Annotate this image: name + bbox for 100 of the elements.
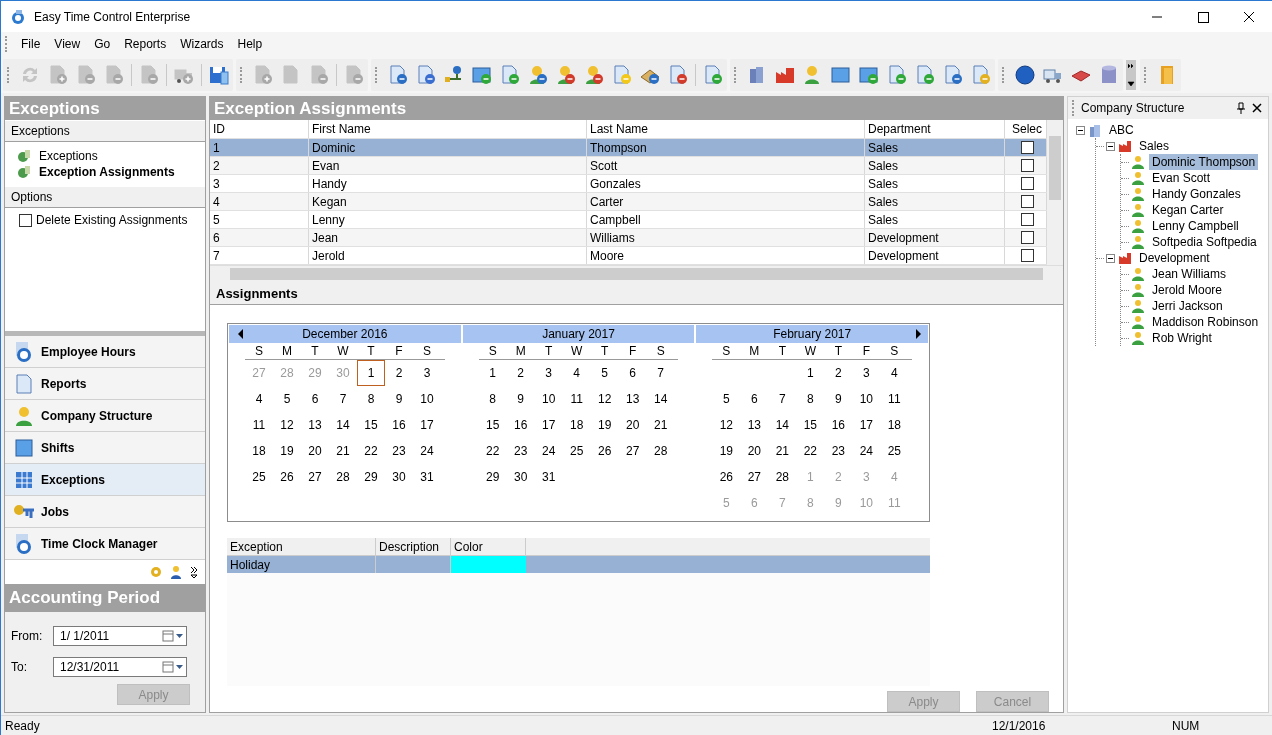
- calendar-day[interactable]: 24: [534, 438, 563, 464]
- calendar-day[interactable]: 12: [590, 386, 619, 412]
- calendar-day[interactable]: 20: [301, 438, 329, 464]
- calendar-day[interactable]: 9: [824, 386, 853, 412]
- calendar-day[interactable]: 26: [712, 464, 741, 490]
- toolbar-overflow-icon[interactable]: [1126, 59, 1136, 90]
- column-header[interactable]: First Name: [309, 120, 587, 138]
- calendar-day[interactable]: 16: [506, 412, 535, 438]
- globe-icon[interactable]: [1014, 63, 1036, 86]
- calendar-day[interactable]: 17: [852, 412, 881, 438]
- calendar-day[interactable]: 7: [329, 386, 357, 412]
- calendar-day[interactable]: 7: [768, 386, 797, 412]
- checkbox[interactable]: [1020, 213, 1034, 226]
- calendar-day[interactable]: 29: [478, 464, 507, 490]
- checkbox[interactable]: [1020, 159, 1034, 172]
- calendar-day[interactable]: 25: [880, 438, 909, 464]
- calendar-day[interactable]: 6: [740, 386, 769, 412]
- calendar-day[interactable]: 6: [618, 360, 647, 386]
- chevrons-icon[interactable]: [189, 565, 199, 579]
- calendar-day[interactable]: 22: [357, 438, 385, 464]
- calendar-day[interactable]: 2: [385, 360, 413, 386]
- task-link[interactable]: Exception Assignments: [39, 165, 175, 179]
- nav-button[interactable]: Jobs: [5, 496, 205, 528]
- pin-icon[interactable]: [1236, 102, 1246, 114]
- calendar-day[interactable]: 23: [385, 438, 413, 464]
- calendar-day[interactable]: 28: [329, 464, 357, 490]
- calendar-day[interactable]: 11: [245, 412, 273, 438]
- calendar-day[interactable]: 8: [796, 386, 825, 412]
- menu-item[interactable]: Go: [87, 37, 118, 51]
- table-row[interactable]: 4 Kegan Carter Sales: [210, 193, 1047, 211]
- calendar-day[interactable]: 27: [618, 438, 647, 464]
- table-row[interactable]: 2 Evan Scott Sales: [210, 157, 1047, 175]
- nav-button[interactable]: Employee Hours: [5, 336, 205, 368]
- calendar-day[interactable]: 31: [413, 464, 441, 490]
- previous-month-icon[interactable]: [237, 329, 245, 339]
- column-header[interactable]: Exception: [227, 538, 376, 555]
- tree-item[interactable]: Jerold Moore: [1149, 282, 1226, 298]
- calendar-dropdown-icon[interactable]: [162, 629, 184, 642]
- tree-item[interactable]: Handy Gonzales: [1149, 186, 1244, 202]
- calendar-day[interactable]: 22: [478, 438, 507, 464]
- collapse-toggle[interactable]: [1106, 253, 1115, 263]
- calendar-day[interactable]: 18: [245, 438, 273, 464]
- tree-item[interactable]: Sales: [1136, 138, 1173, 154]
- calendar-day[interactable]: 21: [329, 438, 357, 464]
- menu-item[interactable]: Help: [230, 37, 270, 51]
- table-row[interactable]: 6 Jean Williams Development: [210, 229, 1047, 247]
- calendar-dropdown-icon[interactable]: [162, 660, 184, 673]
- calendar-day[interactable]: 13: [740, 412, 769, 438]
- tree-item[interactable]: Lenny Campbell: [1149, 218, 1242, 234]
- checkbox[interactable]: [1020, 177, 1034, 190]
- calendar-day[interactable]: 9: [385, 386, 413, 412]
- calendar-day[interactable]: 2: [824, 360, 853, 386]
- tree-item[interactable]: Softpedia Softpedia: [1149, 234, 1260, 250]
- calendar-day[interactable]: 25: [562, 438, 591, 464]
- column-header[interactable]: Department: [865, 120, 1005, 138]
- checkbox[interactable]: [1020, 195, 1034, 208]
- menu-item[interactable]: View: [47, 37, 88, 51]
- calendar-day[interactable]: 16: [385, 412, 413, 438]
- tree-item[interactable]: Jean Williams: [1149, 266, 1229, 282]
- checkbox[interactable]: [1020, 231, 1034, 244]
- menu-item[interactable]: File: [14, 37, 48, 51]
- nav-button[interactable]: Shifts: [5, 432, 205, 464]
- checkbox[interactable]: [19, 213, 32, 227]
- calendar-day[interactable]: 3: [534, 360, 563, 386]
- horizontal-scrollbar[interactable]: [210, 265, 1063, 282]
- calendar-day[interactable]: 23: [824, 438, 853, 464]
- calendar-day[interactable]: 17: [413, 412, 441, 438]
- tree-item[interactable]: Dominic Thompson: [1149, 154, 1259, 170]
- calendar-day[interactable]: 5: [590, 360, 619, 386]
- calendar-day[interactable]: 30: [385, 464, 413, 490]
- calendar-day[interactable]: 29: [357, 464, 385, 490]
- calendar-day[interactable]: 11: [880, 386, 909, 412]
- calendar-day[interactable]: 25: [245, 464, 273, 490]
- tree-item[interactable]: Maddison Robinson: [1149, 314, 1262, 330]
- calendar-day[interactable]: 28: [646, 438, 675, 464]
- nav-button[interactable]: Exceptions: [5, 464, 205, 496]
- calendar-day[interactable]: 10: [852, 386, 881, 412]
- tree-item[interactable]: Evan Scott: [1149, 170, 1214, 186]
- calendar-day[interactable]: 23: [506, 438, 535, 464]
- calendar-day[interactable]: 26: [273, 464, 301, 490]
- calendar-day[interactable]: 24: [413, 438, 441, 464]
- tree-item[interactable]: ABC: [1106, 122, 1137, 138]
- calendar-day[interactable]: 18: [880, 412, 909, 438]
- table-row[interactable]: 1 Dominic Thompson Sales: [210, 139, 1047, 157]
- calendar-day[interactable]: 10: [534, 386, 563, 412]
- calendar[interactable]: [227, 323, 930, 522]
- calendar-day[interactable]: 1: [478, 360, 507, 386]
- calendar-day[interactable]: 19: [273, 438, 301, 464]
- calendar-day[interactable]: 2: [506, 360, 535, 386]
- calendar-day[interactable]: 1: [796, 360, 825, 386]
- menu-item[interactable]: Wizards: [173, 37, 231, 51]
- calendar-day[interactable]: 22: [796, 438, 825, 464]
- calendar-day[interactable]: 20: [740, 438, 769, 464]
- calendar-day[interactable]: 5: [712, 386, 741, 412]
- calendar-day[interactable]: 15: [796, 412, 825, 438]
- splitter-handle[interactable]: [5, 331, 205, 336]
- calendar-day[interactable]: 21: [646, 412, 675, 438]
- calendar-day[interactable]: 1: [357, 360, 385, 386]
- column-header[interactable]: Color: [451, 538, 526, 555]
- calendar-day[interactable]: 4: [880, 360, 909, 386]
